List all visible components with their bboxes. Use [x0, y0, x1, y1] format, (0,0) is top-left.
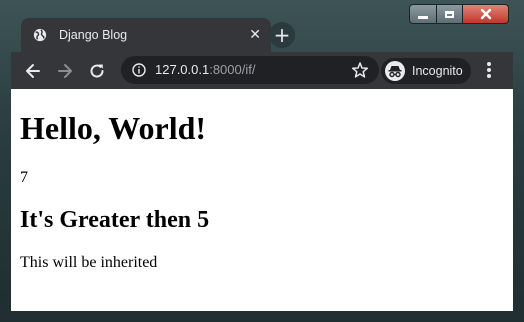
page-subheading: It's Greater then 5 [20, 207, 210, 233]
tab-title: Django Blog [59, 28, 128, 42]
url-text: 127.0.0.1:8000/if/ [155, 62, 255, 77]
browser-window-frame: Django Blog ✕ + 127.0.0.1:8000/if/ Incog… [0, 0, 524, 322]
number-value: 7 [20, 169, 28, 186]
url-host: 127.0.0.1 [155, 62, 210, 77]
page-viewport: Hello, World! 7 It's Greater then 5 This… [11, 89, 513, 311]
bookmark-star-icon[interactable] [351, 61, 369, 79]
address-bar[interactable]: 127.0.0.1:8000/if/ [121, 56, 379, 84]
globe-icon [33, 28, 47, 42]
browser-toolbar: 127.0.0.1:8000/if/ Incognito [11, 52, 513, 89]
inherited-paragraph: This will be inherited [20, 254, 158, 271]
incognito-indicator[interactable]: Incognito [381, 58, 471, 84]
tab-django-blog[interactable]: Django Blog ✕ [21, 18, 271, 52]
incognito-label: Incognito [412, 64, 463, 78]
tab-strip: Django Blog ✕ + [11, 16, 513, 52]
tab-close-icon[interactable]: ✕ [249, 27, 261, 43]
back-arrow-icon[interactable] [23, 61, 43, 81]
info-icon[interactable] [132, 63, 146, 77]
forward-arrow-icon[interactable] [55, 61, 75, 81]
url-path: :8000/if/ [209, 62, 256, 77]
page-heading: Hello, World! [20, 110, 207, 146]
reload-icon[interactable] [87, 61, 107, 81]
incognito-icon [385, 61, 405, 81]
kebab-menu-icon[interactable] [487, 62, 491, 80]
new-tab-button[interactable]: + [269, 22, 295, 48]
